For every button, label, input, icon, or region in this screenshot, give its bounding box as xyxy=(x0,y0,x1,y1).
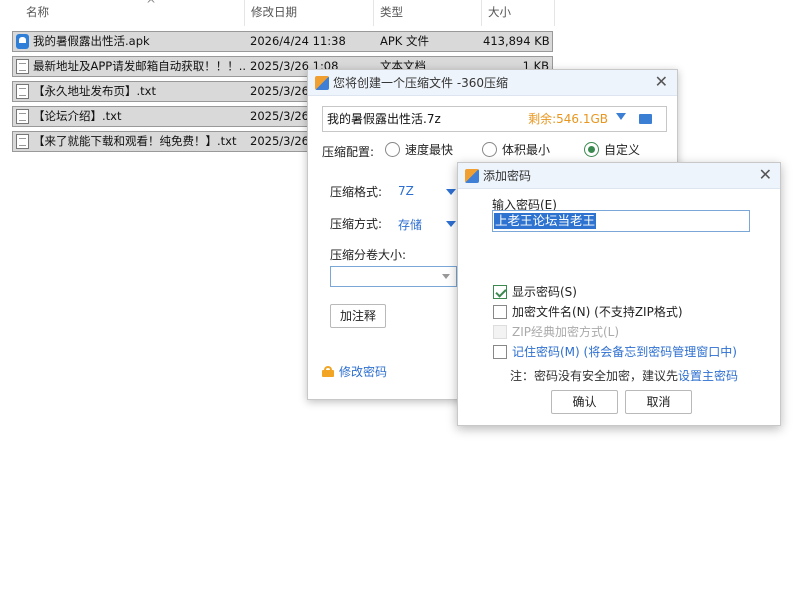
chevron-down-icon[interactable] xyxy=(442,274,450,279)
cancel-button[interactable]: 取消 xyxy=(625,390,692,414)
radio-smallest-label: 体积最小 xyxy=(502,143,551,157)
show-password-checkbox[interactable]: 显示密码(S) xyxy=(493,285,577,301)
volume-size-select[interactable] xyxy=(330,266,457,287)
radio-custom-label: 自定义 xyxy=(604,143,641,157)
confirm-button[interactable]: 确认 xyxy=(551,390,618,414)
free-space-label: 剩余:546.1GB xyxy=(528,112,608,126)
text-file-icon xyxy=(16,109,29,124)
encrypt-filenames-label: 加密文件名(N) (不支持ZIP格式) xyxy=(512,305,683,319)
column-modified-label: 修改日期 xyxy=(251,5,297,19)
lock-icon xyxy=(322,366,334,377)
change-password-label: 修改密码 xyxy=(339,365,388,379)
file-size: 413,894 KB xyxy=(483,34,549,48)
file-name: 我的暑假露出性活.apk xyxy=(33,34,150,48)
column-type-label: 类型 xyxy=(380,5,403,19)
chevron-down-icon[interactable] xyxy=(446,221,456,227)
column-name-label: 名称 xyxy=(26,5,49,19)
compress-method-label: 压缩方式: xyxy=(330,217,383,231)
file-name: 【来了就能下载和观看！纯免费！】.txt xyxy=(33,134,237,148)
checkbox-checked-icon xyxy=(493,285,507,299)
checkbox-unchecked-icon xyxy=(493,305,507,319)
file-name: 【论坛介绍】.txt xyxy=(33,109,122,123)
compress-method-select[interactable]: 存储 xyxy=(398,216,422,233)
compress-format-label: 压缩格式: xyxy=(330,185,383,199)
radio-unchecked-icon xyxy=(385,142,400,157)
radio-unchecked-icon xyxy=(482,142,497,157)
checkbox-unchecked-icon xyxy=(493,345,507,359)
file-row[interactable]: 我的暑假露出性活.apk 2026/4/24 11:38 APK 文件 413,… xyxy=(12,31,553,52)
360-zip-app-icon xyxy=(465,169,479,183)
radio-fastest[interactable]: 速度最快 xyxy=(385,142,453,158)
password-dialog-title: 添加密码 xyxy=(483,169,532,183)
volume-size-label: 压缩分卷大小: xyxy=(330,248,407,262)
column-header-name[interactable]: 名称 ^ xyxy=(20,0,245,26)
folder-icon[interactable] xyxy=(639,114,652,124)
file-type: APK 文件 xyxy=(380,34,429,48)
chevron-down-icon[interactable] xyxy=(616,113,626,120)
compress-dialog-title: 您将创建一个压缩文件 -360压缩 xyxy=(333,76,509,90)
change-password-link[interactable]: 修改密码 xyxy=(322,364,387,380)
show-password-label: 显示密码(S) xyxy=(512,285,577,299)
encrypt-filenames-checkbox[interactable]: 加密文件名(N) (不支持ZIP格式) xyxy=(493,305,683,321)
sort-ascending-icon: ^ xyxy=(146,0,157,11)
compress-config-label: 压缩配置: xyxy=(322,145,375,159)
column-header-size[interactable]: 大小 xyxy=(482,0,555,26)
text-file-icon xyxy=(16,134,29,149)
radio-checked-icon xyxy=(584,142,599,157)
column-size-label: 大小 xyxy=(488,5,511,19)
chevron-down-icon[interactable] xyxy=(446,189,456,195)
add-password-dialog: 添加密码 ✕ 输入密码(E) 上老王论坛当老王 显示密码(S) 加密文件名(N)… xyxy=(457,162,781,426)
security-note: 注：密码没有安全加密，建议先设置主密码 xyxy=(510,367,738,384)
file-name: 最新地址及APP请发邮箱自动获取！！！.... xyxy=(33,59,245,73)
archive-name-value: 我的暑假露出性活.7z xyxy=(327,112,441,126)
file-name: 【永久地址发布页】.txt xyxy=(33,84,156,98)
password-input[interactable]: 上老王论坛当老王 xyxy=(492,210,750,232)
zip-classic-encryption-checkbox: ZIP经典加密方式(L) xyxy=(493,325,619,341)
zip-classic-encryption-label: ZIP经典加密方式(L) xyxy=(512,325,620,339)
close-icon[interactable]: ✕ xyxy=(759,165,772,184)
radio-custom[interactable]: 自定义 xyxy=(584,142,640,158)
password-value: 上老王论坛当老王 xyxy=(494,213,597,229)
checkbox-disabled-icon xyxy=(493,325,507,339)
file-modified: 2026/4/24 11:38 xyxy=(250,34,346,48)
text-file-icon xyxy=(16,84,29,99)
radio-fastest-label: 速度最快 xyxy=(405,143,454,157)
archive-name-field[interactable]: 我的暑假露出性活.7z 剩余:546.1GB xyxy=(322,106,667,132)
compress-dialog-titlebar[interactable]: 您将创建一个压缩文件 -360压缩 ✕ xyxy=(308,70,677,96)
column-header-type[interactable]: 类型 xyxy=(374,0,482,26)
text-file-icon xyxy=(16,59,29,74)
compress-format-select[interactable]: 7Z xyxy=(398,184,414,198)
remember-password-label: 记住密码(M) (将会备忘到密码管理窗口中) xyxy=(512,345,737,359)
column-header-modified[interactable]: 修改日期 xyxy=(245,0,374,26)
password-dialog-titlebar[interactable]: 添加密码 ✕ xyxy=(458,163,780,189)
360-zip-app-icon xyxy=(315,76,329,90)
add-comment-button[interactable]: 加注释 xyxy=(330,304,386,328)
security-note-text: 注：密码没有安全加密，建议先 xyxy=(510,369,679,383)
close-icon[interactable]: ✕ xyxy=(655,72,668,91)
set-master-password-link[interactable]: 设置主密码 xyxy=(678,369,738,383)
remember-password-checkbox[interactable]: 记住密码(M) (将会备忘到密码管理窗口中) xyxy=(493,345,737,361)
apk-file-icon xyxy=(16,34,29,49)
radio-smallest[interactable]: 体积最小 xyxy=(482,142,550,158)
